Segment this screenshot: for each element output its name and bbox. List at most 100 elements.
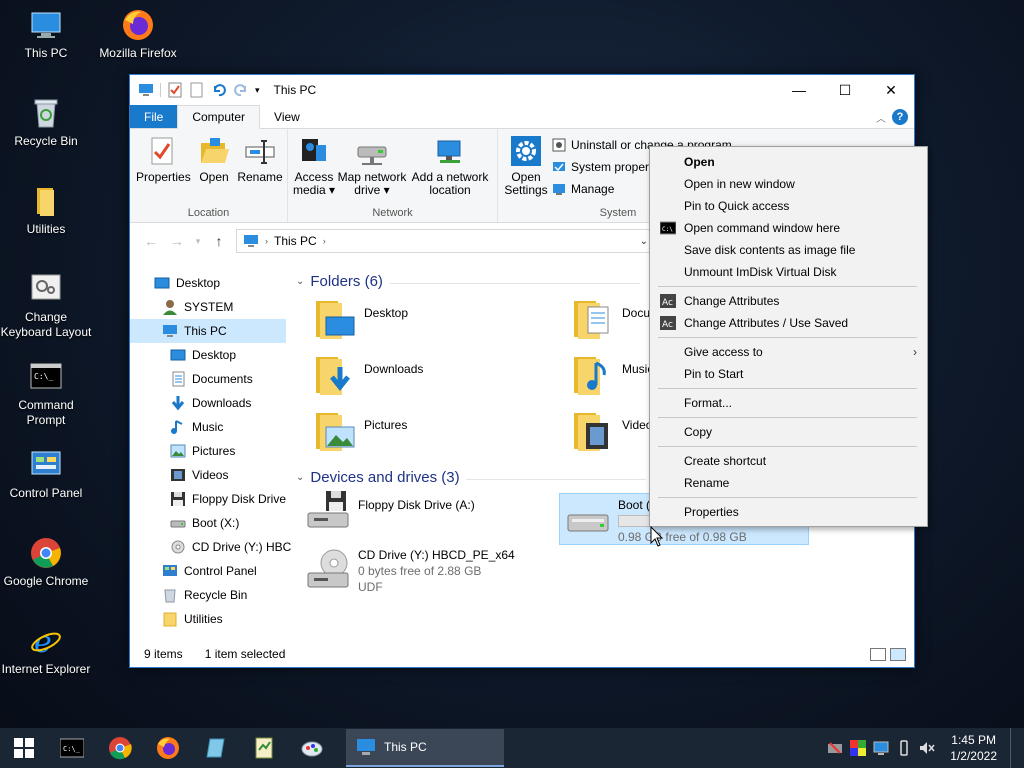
menu-item-open[interactable]: Open (650, 151, 927, 173)
usb-icon[interactable] (896, 740, 912, 756)
back-arrow-icon[interactable]: ← (138, 233, 164, 249)
desktop-folder-icon (312, 297, 356, 341)
folder-tile-pictures[interactable]: Pictures (312, 409, 552, 461)
taskbar-app-blue[interactable] (192, 728, 240, 768)
volume-muted-icon[interactable] (919, 740, 935, 756)
taskbar-this-pc-window[interactable]: This PC (346, 729, 504, 767)
menu-item-rename[interactable]: Rename (650, 472, 927, 494)
start-button[interactable] (0, 728, 48, 768)
manage-button[interactable]: Manage (552, 179, 614, 199)
paper-icon (206, 738, 225, 758)
svg-text:Ac: Ac (662, 298, 673, 308)
desktop-icon-this-pc[interactable]: This PC (0, 8, 92, 61)
monitor-icon[interactable] (873, 740, 889, 756)
desktop-icon-utilities[interactable]: Utilities (0, 184, 92, 237)
nav-item-pictures[interactable]: Pictures (170, 439, 235, 463)
nav-item-music[interactable]: Music (170, 415, 223, 439)
maximize-button[interactable]: ☐ (822, 75, 868, 105)
properties-button[interactable]: Properties (136, 135, 191, 184)
nav-item-documents[interactable]: Documents (170, 367, 253, 391)
desktop-icon-google-chrome[interactable]: Google Chrome (0, 536, 92, 589)
nav-item-floppy-disk-drive[interactable]: Floppy Disk Drive (170, 487, 286, 511)
nav-item-utilities[interactable]: Utilities (162, 607, 223, 631)
desktop-icon-change-keyboard-layout[interactable]: Change Keyboard Layout (0, 272, 92, 340)
chevron-down-icon[interactable]: ▾ (255, 85, 260, 96)
open-settings-button[interactable]: Open Settings (502, 135, 550, 197)
tab-view[interactable]: View (260, 105, 314, 128)
menu-item-change-attributes-saved[interactable]: Ac Change Attributes / Use Saved (650, 312, 927, 334)
menu-item-copy[interactable]: Copy (650, 421, 927, 443)
forward-arrow-icon[interactable]: → (164, 233, 190, 249)
menu-item-give-access-to[interactable]: Give access to › (650, 341, 927, 363)
taskbar-command-prompt[interactable]: C:\_ (48, 728, 96, 768)
add-network-location-button[interactable]: Add a network location (410, 135, 490, 197)
window-controls: — ☐ ✕ (776, 75, 914, 105)
taskbar-notepad[interactable] (240, 728, 288, 768)
desktop-icon-internet-explorer[interactable]: e Internet Explorer (0, 624, 92, 677)
undo-icon[interactable] (211, 82, 227, 98)
tab-computer[interactable]: Computer (177, 105, 261, 129)
nav-item-this-pc[interactable]: This PC (130, 319, 286, 343)
taskbar-chrome[interactable] (96, 728, 144, 768)
collapse-ribbon-icon[interactable]: ︿ (876, 110, 886, 125)
open-button[interactable]: Open (192, 135, 236, 184)
drive-tile-cd[interactable]: CD Drive (Y:) HBCD_PE_x64 0 bytes free o… (306, 547, 606, 607)
navigation-pane: Desktop SYSTEM This PC Desktop Documents… (130, 267, 291, 637)
network-tools-icon[interactable] (827, 740, 843, 756)
folders-group-header[interactable]: ⌄ Folders (6) (296, 273, 383, 290)
devices-group-header[interactable]: ⌄ Devices and drives (3) (296, 469, 460, 486)
nav-item-recycle-bin[interactable]: Recycle Bin (162, 583, 247, 607)
nav-item-desktop[interactable]: Desktop (170, 343, 236, 367)
menu-item-open-new-window[interactable]: Open in new window (650, 173, 927, 195)
nav-item-boot-drive[interactable]: Boot (X:) (170, 511, 239, 535)
nav-item-cd-drive[interactable]: CD Drive (Y:) HBC (170, 535, 291, 559)
breadcrumb-this-pc[interactable]: This PC (274, 234, 317, 248)
desktop-icon-control-panel[interactable]: Control Panel (0, 448, 92, 501)
nav-item-system[interactable]: SYSTEM (162, 295, 233, 319)
color-picker-icon[interactable] (850, 740, 867, 756)
redo-icon[interactable] (233, 82, 249, 98)
menu-item-pin-quick-access[interactable]: Pin to Quick access (650, 195, 927, 217)
desktop-icon-recycle-bin[interactable]: Recycle Bin (0, 96, 92, 149)
access-media-button[interactable]: Access media ▾ (292, 135, 336, 197)
recent-locations-icon[interactable]: ▾ (190, 236, 206, 247)
nav-item-downloads[interactable]: Downloads (170, 391, 251, 415)
title-bar[interactable]: ▾ This PC — ☐ ✕ (130, 75, 914, 105)
up-arrow-icon[interactable]: ↑ (206, 233, 232, 249)
show-desktop-button[interactable] (1010, 728, 1014, 768)
menu-item-save-disk-image[interactable]: Save disk contents as image file (650, 239, 927, 261)
desktop-icon-command-prompt[interactable]: C:\_ Command Prompt (0, 360, 92, 428)
rename-button[interactable]: Rename (236, 135, 284, 184)
menu-item-create-shortcut[interactable]: Create shortcut (650, 450, 927, 472)
close-button[interactable]: ✕ (868, 75, 914, 105)
new-folder-icon[interactable] (189, 82, 205, 98)
menu-item-change-attributes[interactable]: Ac Change Attributes (650, 290, 927, 312)
drive-tile-floppy[interactable]: Floppy Disk Drive (A:) (306, 489, 546, 541)
nav-item-control-panel[interactable]: Control Panel (162, 559, 257, 583)
nav-item-desktop-root[interactable]: Desktop (154, 271, 220, 295)
menu-item-format[interactable]: Format... (650, 392, 927, 414)
folder-tile-downloads[interactable]: Downloads (312, 353, 552, 405)
cd-drive-icon (306, 547, 350, 591)
menu-item-open-command-window[interactable]: C:\ Open command window here (650, 217, 927, 239)
details-view-icon[interactable] (870, 648, 886, 661)
nav-item-videos[interactable]: Videos (170, 463, 228, 487)
menu-item-unmount-imdisk[interactable]: Unmount ImDisk Virtual Disk (650, 261, 927, 283)
taskbar-paint[interactable] (288, 728, 336, 768)
help-icon[interactable]: ? (892, 109, 908, 125)
taskbar-clock[interactable]: 1:45 PM 1/2/2022 (950, 732, 997, 764)
address-field[interactable]: › This PC › (236, 229, 654, 253)
large-icons-view-icon[interactable] (890, 648, 906, 661)
minimize-button[interactable]: — (776, 75, 822, 105)
taskbar-firefox[interactable] (144, 728, 192, 768)
tab-file[interactable]: File (130, 105, 178, 128)
recycle-bin-icon (29, 96, 63, 130)
address-dropdown-icon[interactable]: ⌄ (640, 236, 648, 247)
map-network-drive-button[interactable]: Map network drive ▾ (336, 135, 408, 197)
properties-icon[interactable] (167, 82, 183, 98)
menu-item-properties[interactable]: Properties (650, 501, 927, 523)
menu-item-pin-to-start[interactable]: Pin to Start (650, 363, 927, 385)
desktop-icon-firefox[interactable]: Mozilla Firefox (92, 8, 184, 61)
folder-tile-desktop[interactable]: Desktop (312, 297, 552, 349)
taskbar: C:\_ This PC 1:45 PM 1/2/2022 (0, 728, 1024, 768)
